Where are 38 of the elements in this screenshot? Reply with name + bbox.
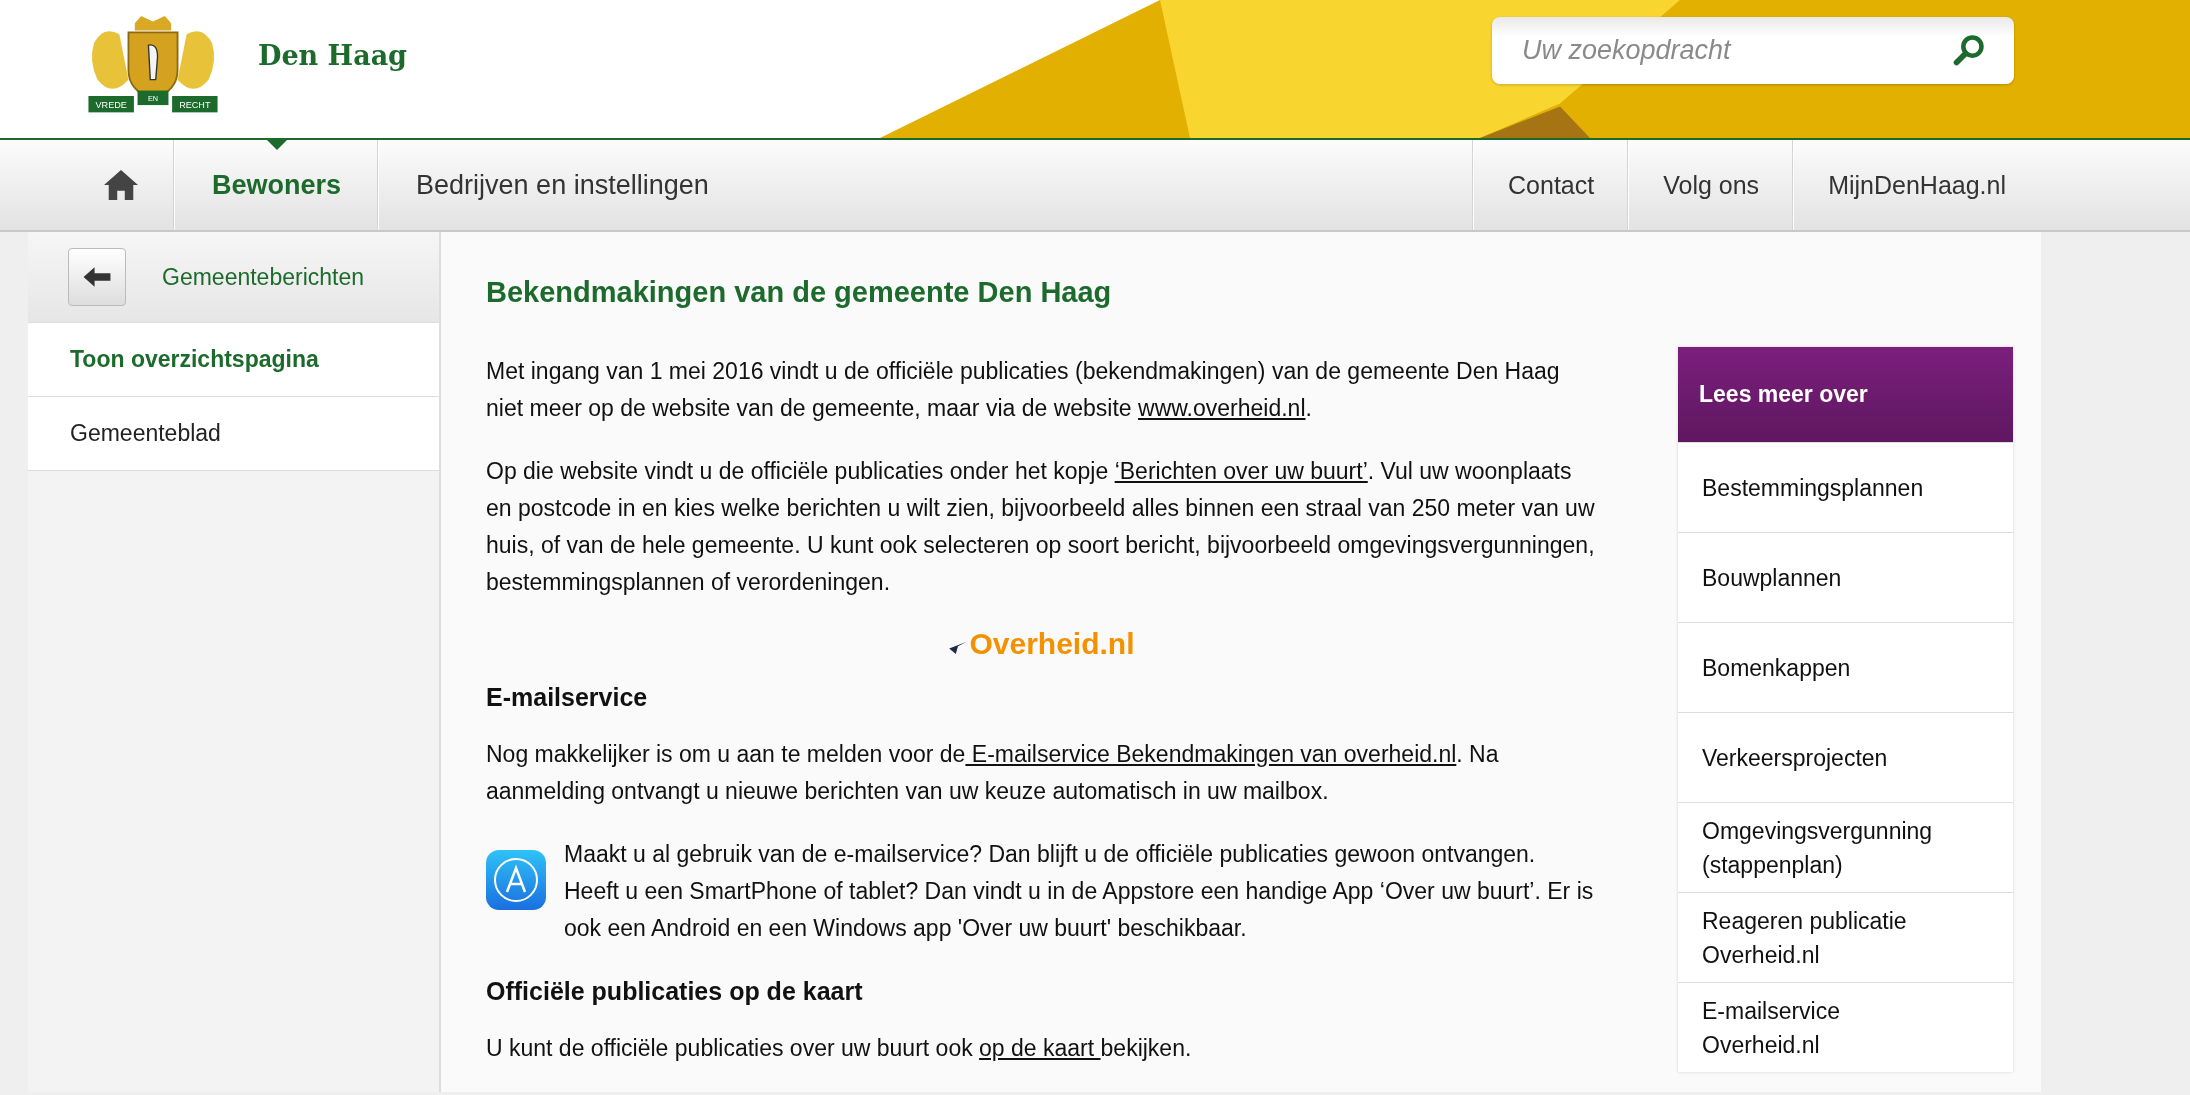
- related-link[interactable]: Omgevingsvergunning (stappenplan): [1678, 802, 2013, 892]
- paragraph: U kunt de officiële publicaties over uw buurt ook op de kaart bekijken.: [486, 1034, 1193, 1063]
- paragraph: Maakt u al gebruik van de e-mailservice? Dan blijft u de officiële publicaties gewoon ontvangen. Heeft u een SmartPhone of tablet? Dan vindt u in de Appstore een handige App ‘Over uw buurt’. Er is ook een Android en een Windows app 'Over uw buurt' beschikbaar.: [564, 840, 1595, 943]
- motto-text: RECHT: [179, 99, 211, 110]
- page-title: Bekendmakingen van de gemeente Den Haag: [486, 276, 1113, 309]
- app-store-icon[interactable]: [486, 850, 546, 910]
- related-link[interactable]: Reageren publicatie Overheid.nl: [1678, 892, 2013, 982]
- related-link[interactable]: Bestemmingsplannen: [1678, 442, 2013, 532]
- related-link[interactable]: Verkeersprojecten: [1678, 712, 2013, 802]
- related-link[interactable]: Bomenkappen: [1678, 622, 2013, 712]
- parent-page-link[interactable]: Gemeenteberichten: [162, 263, 364, 291]
- nav-tab[interactable]: Bewoners: [174, 140, 379, 230]
- paragraph: Met ingang van 1 mei 2016 vindt u de officiële publicaties (bekendmakingen) van de gemeente Den Haag niet meer op de website van de gemeente, maar via de website www.overheid.nl.: [486, 357, 1561, 423]
- motto-text: EN: [147, 94, 159, 104]
- search-field[interactable]: Uw zoekopdracht: [1492, 17, 2014, 84]
- paragraph: Nog makkelijker is om u aan te melden voor de E-mailservice Bekendmakingen van overheid.nl. Na aanmelding ontvangt u nieuwe berichten van uw keuze automatisch in uw mailbox.: [486, 740, 1500, 806]
- link[interactable]: www.overheid.nl: [1138, 395, 1306, 421]
- section-heading: E-mailservice: [486, 683, 649, 712]
- nav-tab[interactable]: Bedrijven en instellingen: [378, 140, 746, 230]
- sidebar-item[interactable]: Toon overzichtspagina: [28, 323, 439, 397]
- sidebar-item[interactable]: Gemeenteblad: [28, 397, 439, 471]
- nav-link[interactable]: Contact: [1473, 140, 1629, 230]
- related-link[interactable]: Bouwplannen: [1678, 532, 2013, 622]
- link[interactable]: op de kaart: [979, 1035, 1101, 1061]
- back-button[interactable]: [68, 248, 126, 306]
- nav-link[interactable]: MijnDenHaag.nl: [1793, 140, 2040, 230]
- home-icon[interactable]: [102, 168, 140, 202]
- section-heading: Officiële publicaties op de kaart: [486, 977, 864, 1006]
- search-icon[interactable]: [1952, 33, 1986, 67]
- related-header: Lees meer over: [1678, 347, 2013, 442]
- link[interactable]: E-mailservice Bekendmakingen van overheid.nl: [965, 741, 1457, 767]
- nav-link[interactable]: Volg ons: [1628, 140, 1794, 230]
- related-link[interactable]: E-mailservice Overheid.nl: [1678, 982, 2013, 1072]
- paragraph: Op die website vindt u de officiële publicaties onder het kopje ‘Berichten over uw buurt’. Vul uw woonplaats en postcode in en kies welke berichten u wilt zien, bijvoorbeeld alles binnen een straal van 250 meter van uw huis, of van de hele gemeente. U kunt ook selecteren op soort bericht, bijvoorbeeld omgevingsvergunningen, bestemmingsplannen of verordeningen.: [486, 457, 1596, 597]
- left-arrow-icon: [82, 266, 112, 288]
- link[interactable]: ‘Berichten over uw buurt’: [1114, 458, 1368, 484]
- site-name[interactable]: Den Haag: [258, 39, 407, 71]
- motto-text: VREDE: [95, 99, 127, 110]
